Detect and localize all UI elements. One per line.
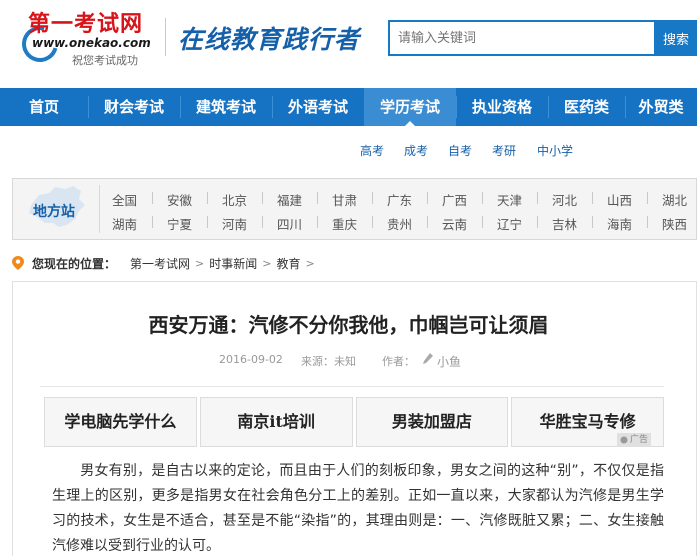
region-divider <box>372 216 373 228</box>
meta-divider <box>40 386 664 387</box>
header-divider <box>165 18 166 56</box>
breadcrumb-link-education[interactable]: 教育 <box>276 255 300 272</box>
region-divider <box>317 216 318 228</box>
region-divider <box>592 216 593 228</box>
ad-link[interactable]: 南京it培训 <box>199 397 353 447</box>
region-link[interactable]: 宁夏 <box>152 214 207 233</box>
nav-item-construction[interactable]: 建筑考试 <box>180 88 272 126</box>
chevron-right-icon: > <box>195 256 205 270</box>
nav-item-accounting[interactable]: 财会考试 <box>88 88 180 126</box>
region-link[interactable]: 天津 <box>482 190 537 209</box>
region-divider <box>207 192 208 204</box>
subnav-item-kaoyan[interactable]: 考研 <box>492 142 516 159</box>
region-divider <box>537 216 538 228</box>
pencil-icon <box>423 353 433 364</box>
region-badge: 地方站 <box>13 179 95 239</box>
region-title: 地方站 <box>33 204 75 220</box>
article-source-label: 来源： <box>301 355 334 368</box>
region-divider <box>647 192 648 204</box>
region-link[interactable]: 贵州 <box>372 214 427 233</box>
site-logo[interactable]: 第一考试网 www.onekao.com 祝您考试成功 <box>15 6 162 69</box>
site-header: 第一考试网 www.onekao.com 祝您考试成功 在线教育践行者 搜索 <box>0 0 697 88</box>
subnav-item-k12[interactable]: 中小学 <box>537 142 573 159</box>
ad-link[interactable]: 学电脑先学什么 <box>44 397 197 447</box>
region-link[interactable]: 河南 <box>207 214 262 233</box>
breadcrumb-link-news[interactable]: 时事新闻 <box>209 255 257 272</box>
region-link[interactable]: 甘肃 <box>317 190 372 209</box>
region-divider <box>592 192 593 204</box>
article-author-value[interactable]: 小鱼 <box>437 353 461 370</box>
article-source-value: 未知 <box>334 355 356 368</box>
region-divider <box>262 216 263 228</box>
region-stations: 地方站 全国 安徽 北京 福建 甘肃 广东 广西 天津 河北 山西 湖北 湖南 … <box>12 178 697 240</box>
region-link[interactable]: 湖北 <box>647 190 697 209</box>
article-title: 西安万通：汽修不分你我他，巾帼岂可让须眉 <box>148 313 549 337</box>
region-divider <box>427 192 428 204</box>
logo-url-text: www.onekao.com <box>32 36 151 50</box>
logo-text: 第一考试网 <box>28 12 144 37</box>
region-link[interactable]: 广西 <box>427 190 482 209</box>
search-input[interactable] <box>388 20 656 56</box>
region-divider <box>647 216 648 228</box>
region-link[interactable]: 安徽 <box>152 190 207 209</box>
region-divider <box>372 192 373 204</box>
sub-nav: 高考 成考 自考 考研 中小学 <box>0 126 697 170</box>
region-divider <box>152 216 153 228</box>
nav-item-home[interactable]: 首页 <box>0 88 88 126</box>
ad-badge[interactable]: 广告 <box>617 433 652 447</box>
chevron-right-icon: > <box>305 256 315 270</box>
ad-links: 学电脑先学什么 南京it培训 男装加盟店 华胜宝马专修 <box>44 397 664 447</box>
region-link[interactable]: 云南 <box>427 214 482 233</box>
region-divider <box>262 192 263 204</box>
main-nav: 首页 财会考试 建筑考试 外语考试 学历考试 执业资格 医药类 外贸类 <box>0 88 697 127</box>
region-link[interactable]: 山西 <box>592 190 647 209</box>
region-link[interactable]: 福建 <box>262 190 317 209</box>
ad-badge-label: 广告 <box>630 435 649 445</box>
nav-item-medicine[interactable]: 医药类 <box>548 88 625 126</box>
breadcrumb: 您现在的位置： 第一考试网 > 时事新闻 > 教育 > <box>12 254 320 272</box>
nav-item-qualification[interactable]: 执业资格 <box>456 88 548 126</box>
subnav-item-chengkao[interactable]: 成考 <box>404 142 428 159</box>
subnav-item-gaokao[interactable]: 高考 <box>360 142 384 159</box>
region-divider <box>482 192 483 204</box>
region-link[interactable]: 湖南 <box>97 214 152 233</box>
region-link[interactable]: 河北 <box>537 190 592 209</box>
region-link[interactable]: 陕西 <box>647 214 697 233</box>
nav-item-degree[interactable]: 学历考试 <box>364 88 456 127</box>
region-divider <box>152 192 153 204</box>
region-link[interactable]: 全国 <box>97 190 152 209</box>
region-link[interactable]: 吉林 <box>537 214 592 233</box>
region-divider <box>482 216 483 228</box>
region-link[interactable]: 北京 <box>207 190 262 209</box>
region-link[interactable]: 广东 <box>372 190 427 209</box>
region-divider <box>427 216 428 228</box>
region-divider <box>207 216 208 228</box>
nav-item-trade[interactable]: 外贸类 <box>625 88 697 126</box>
article-body: 男女有别，是自古以来的定论，而且由于人们的刻板印象，男女之间的这种“别”，不仅仅… <box>52 459 664 556</box>
article-author-label: 作者： <box>382 355 415 368</box>
subnav-item-zikao[interactable]: 自考 <box>448 142 472 159</box>
article-body-text: 男女有别，是自古以来的定论，而且由于人们的刻板印象，男女之间的这种“别”，不仅仅… <box>52 463 664 554</box>
region-link[interactable]: 四川 <box>262 214 317 233</box>
logo-slogan: 祝您考试成功 <box>72 54 138 67</box>
breadcrumb-label: 您现在的位置： <box>32 256 117 271</box>
location-pin-icon <box>12 256 24 270</box>
info-icon <box>620 436 628 444</box>
article-date: 2016-09-02 <box>219 353 283 366</box>
region-divider <box>537 192 538 204</box>
region-divider <box>317 192 318 204</box>
search-box: 搜索 <box>388 20 697 56</box>
nav-item-language[interactable]: 外语考试 <box>272 88 364 126</box>
site-tagline: 在线教育践行者 <box>178 25 361 54</box>
region-link[interactable]: 重庆 <box>317 214 372 233</box>
region-link[interactable]: 海南 <box>592 214 647 233</box>
ad-link[interactable]: 男装加盟店 <box>355 397 509 447</box>
region-link[interactable]: 辽宁 <box>482 214 537 233</box>
search-button[interactable]: 搜索 <box>654 20 697 56</box>
breadcrumb-link-home[interactable]: 第一考试网 <box>130 255 190 272</box>
chevron-right-icon: > <box>262 256 272 270</box>
